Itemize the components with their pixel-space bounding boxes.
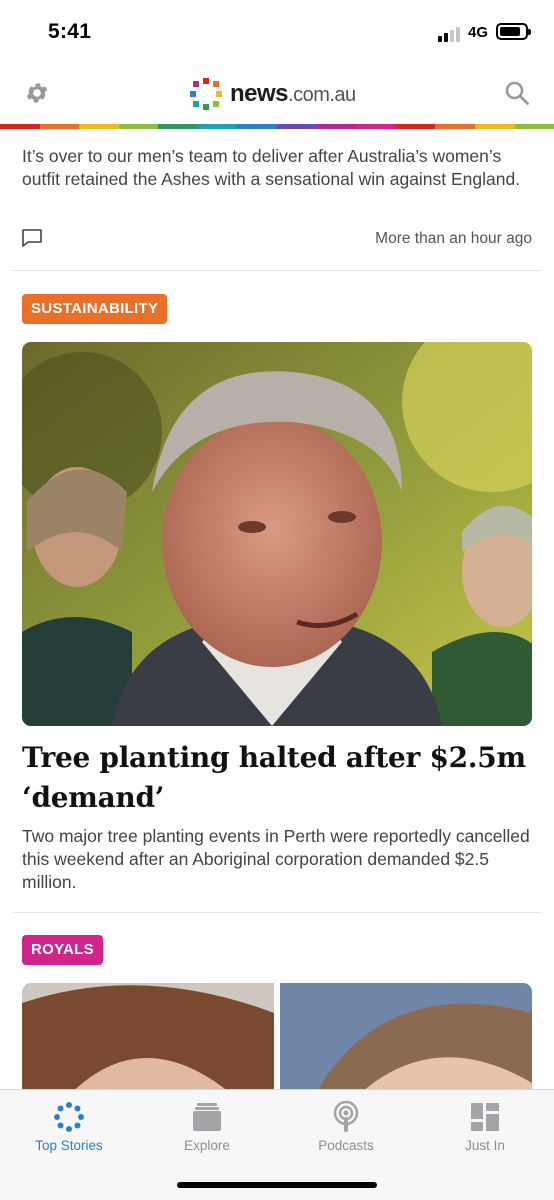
tab-label: Podcasts	[318, 1138, 374, 1153]
divider	[12, 912, 542, 913]
rainbow-segment	[474, 124, 515, 129]
royal-portrait-right	[280, 983, 532, 1103]
article-timestamp: More than an hour ago	[375, 230, 532, 247]
tab-top-stories[interactable]: Top Stories	[0, 1090, 138, 1170]
battery-icon	[496, 23, 531, 40]
logo-main: news	[230, 80, 289, 107]
man-speaking-photo	[22, 342, 532, 726]
tab-just-in[interactable]: Just In	[416, 1090, 554, 1170]
rainbow-segment	[435, 124, 475, 129]
rainbow-segment	[197, 124, 238, 129]
logo-suffix: .com.au	[288, 84, 356, 106]
explore-icon	[193, 1103, 221, 1131]
comment-icon	[22, 229, 42, 247]
news-logo-icon	[190, 78, 222, 110]
search-button[interactable]	[504, 80, 530, 106]
rainbow-segment	[79, 124, 119, 129]
news-logo[interactable]: news.com.au	[188, 74, 356, 114]
article-image-left[interactable]	[22, 983, 274, 1103]
comments-button[interactable]	[22, 229, 42, 247]
tab-podcasts[interactable]: Podcasts	[277, 1090, 415, 1170]
article-hero-image[interactable]	[22, 342, 532, 726]
network-type: 4G	[468, 24, 489, 41]
rainbow-stripe	[0, 124, 554, 129]
article-image-right[interactable]	[280, 983, 532, 1103]
home-indicator[interactable]	[177, 1182, 377, 1188]
rainbow-segment	[118, 124, 159, 129]
rainbow-segment	[277, 124, 317, 129]
tab-explore[interactable]: Explore	[138, 1090, 276, 1170]
gear-icon	[26, 83, 48, 103]
logo-text: news.com.au	[230, 80, 356, 108]
article-headline[interactable]: Tree planting halted after $2.5m ‘demand…	[22, 738, 532, 818]
app-header: news.com.au	[0, 62, 554, 124]
top-stories-icon	[54, 1102, 84, 1132]
divider	[12, 270, 542, 271]
rainbow-segment	[356, 124, 396, 129]
rainbow-segment	[395, 124, 436, 129]
rainbow-segment	[0, 124, 40, 129]
status-bar: 5:41 4G	[0, 0, 554, 62]
royal-portrait-left	[22, 983, 274, 1103]
rainbow-segment	[237, 124, 278, 129]
search-icon	[505, 81, 529, 105]
status-time: 5:41	[48, 20, 92, 43]
article-standfirst[interactable]: Two major tree planting events in Perth …	[22, 825, 532, 894]
tab-label: Just In	[465, 1138, 505, 1153]
category-tag-royals[interactable]: ROYALS	[22, 935, 103, 965]
rainbow-segment	[39, 124, 80, 129]
tab-label: Explore	[184, 1138, 230, 1153]
rainbow-segment	[316, 124, 357, 129]
just-in-icon	[471, 1103, 499, 1131]
tab-label: Top Stories	[35, 1138, 103, 1153]
rainbow-segment	[514, 124, 554, 129]
category-tag-sustainability[interactable]: SUSTAINABILITY	[22, 294, 168, 324]
rainbow-segment	[158, 124, 198, 129]
settings-button[interactable]	[24, 80, 50, 106]
signal-strength-icon	[438, 26, 462, 42]
podcasts-icon	[333, 1100, 359, 1132]
article-summary[interactable]: It’s over to our men’s team to deliver a…	[22, 145, 532, 191]
